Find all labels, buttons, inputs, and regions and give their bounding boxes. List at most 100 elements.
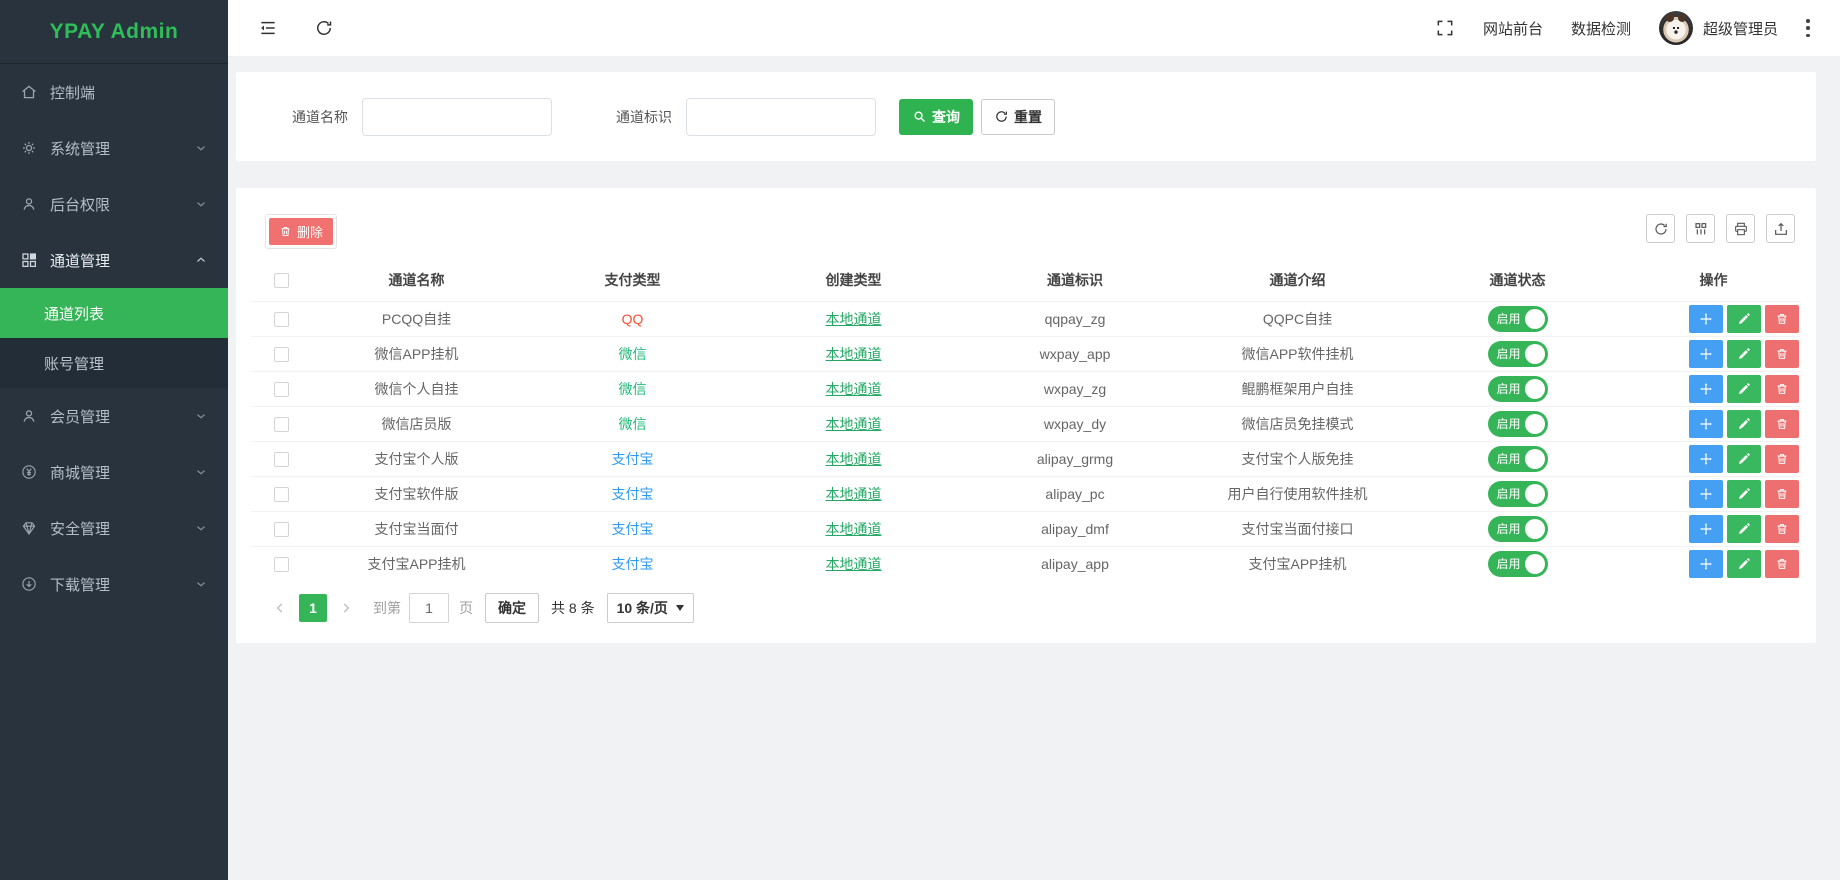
sidebar-item-members[interactable]: 会员管理: [0, 388, 228, 444]
sidebar-item-mall[interactable]: 商城管理: [0, 444, 228, 500]
trash-icon: [1775, 417, 1789, 431]
status-toggle[interactable]: 启用: [1488, 551, 1548, 577]
edit-button[interactable]: [1727, 445, 1761, 473]
channel-name-cell: 微信APP挂机: [311, 336, 522, 371]
sidebar-item-security[interactable]: 安全管理: [0, 500, 228, 556]
status-toggle[interactable]: 启用: [1488, 341, 1548, 367]
columns-icon: [1693, 221, 1709, 237]
row-delete-button[interactable]: [1765, 480, 1799, 508]
site-front-link[interactable]: 网站前台: [1483, 18, 1543, 39]
move-button[interactable]: [1689, 305, 1723, 333]
chevron-down-icon: [194, 521, 208, 535]
edit-button[interactable]: [1727, 375, 1761, 403]
select-all-checkbox[interactable]: [274, 273, 289, 288]
chevron-down-icon: [194, 197, 208, 211]
move-button[interactable]: [1689, 375, 1723, 403]
edit-button[interactable]: [1727, 515, 1761, 543]
row-delete-button[interactable]: [1765, 375, 1799, 403]
channel-intro-cell: 鲲鹏框架用户自挂: [1186, 371, 1409, 406]
app-root: YPAY Admin 控制端 系统管理 后台权限 通道管理 通道列表: [0, 0, 1840, 880]
sidebar-item-system[interactable]: 系统管理: [0, 120, 228, 176]
channel-name-cell: PCQQ自挂: [311, 301, 522, 336]
toggle-knob: [1525, 309, 1545, 329]
row-checkbox[interactable]: [274, 557, 289, 572]
edit-button[interactable]: [1727, 340, 1761, 368]
grid-icon: [20, 251, 38, 269]
move-button[interactable]: [1689, 410, 1723, 438]
row-checkbox[interactable]: [274, 522, 289, 537]
row-checkbox[interactable]: [274, 382, 289, 397]
refresh-icon: [1653, 221, 1669, 237]
move-button[interactable]: [1689, 480, 1723, 508]
row-delete-button[interactable]: [1765, 515, 1799, 543]
goto-page-input[interactable]: [409, 593, 449, 623]
page-size-select[interactable]: 10 条/页: [607, 593, 694, 623]
reset-button[interactable]: 重置: [981, 99, 1055, 135]
page-size-value: 10 条/页: [617, 598, 668, 618]
channel-name-cell: 支付宝当面付: [311, 511, 522, 546]
pencil-icon: [1737, 452, 1751, 466]
row-checkbox[interactable]: [274, 417, 289, 432]
channel-code-cell: wxpay_dy: [964, 406, 1186, 441]
status-toggle[interactable]: 启用: [1488, 481, 1548, 507]
channel-table: 通道名称 支付类型 创建类型 通道标识 通道介绍 通道状态 操作 PCQQ自挂 …: [251, 259, 1801, 581]
sidebar-item-label: 后台权限: [50, 194, 110, 215]
print-button[interactable]: [1726, 214, 1755, 243]
column-filter-button[interactable]: [1686, 214, 1715, 243]
status-toggle[interactable]: 启用: [1488, 446, 1548, 472]
goto-confirm-button[interactable]: 确定: [485, 593, 539, 623]
row-delete-button[interactable]: [1765, 550, 1799, 578]
data-monitor-link[interactable]: 数据检测: [1571, 18, 1631, 39]
next-page-button[interactable]: [333, 594, 359, 622]
status-toggle[interactable]: 启用: [1488, 411, 1548, 437]
status-toggle[interactable]: 启用: [1488, 516, 1548, 542]
prev-page-button[interactable]: [267, 594, 293, 622]
sidebar-item-label: 控制端: [50, 82, 95, 103]
table-refresh-button[interactable]: [1646, 214, 1675, 243]
chevron-right-icon: [339, 601, 353, 615]
delete-button[interactable]: 删除: [269, 218, 333, 245]
collapse-menu-icon[interactable]: [258, 18, 278, 38]
sidebar-item-dashboard[interactable]: 控制端: [0, 64, 228, 120]
move-icon: [1699, 382, 1713, 396]
col-header-name: 通道名称: [311, 259, 522, 301]
kebab-menu-icon[interactable]: [1806, 19, 1810, 37]
chevron-down-icon: [194, 577, 208, 591]
row-checkbox[interactable]: [274, 347, 289, 362]
row-delete-button[interactable]: [1765, 305, 1799, 333]
sidebar-subitem-channel-list[interactable]: 通道列表: [0, 288, 228, 338]
edit-button[interactable]: [1727, 305, 1761, 333]
sidebar-item-channels[interactable]: 通道管理: [0, 232, 228, 288]
row-checkbox[interactable]: [274, 487, 289, 502]
row-delete-button[interactable]: [1765, 410, 1799, 438]
export-button[interactable]: [1766, 214, 1795, 243]
edit-button[interactable]: [1727, 410, 1761, 438]
row-checkbox[interactable]: [274, 452, 289, 467]
move-button[interactable]: [1689, 340, 1723, 368]
row-delete-button[interactable]: [1765, 445, 1799, 473]
sidebar-item-downloads[interactable]: 下载管理: [0, 556, 228, 612]
row-delete-button[interactable]: [1765, 340, 1799, 368]
edit-button[interactable]: [1727, 480, 1761, 508]
status-toggle[interactable]: 启用: [1488, 306, 1548, 332]
user-menu[interactable]: 超级管理员: [1659, 11, 1778, 45]
search-button[interactable]: 查询: [899, 99, 973, 135]
sidebar-subitem-account-management[interactable]: 账号管理: [0, 338, 228, 388]
status-toggle[interactable]: 启用: [1488, 376, 1548, 402]
channel-name-input[interactable]: [362, 98, 552, 136]
channel-code-input[interactable]: [686, 98, 876, 136]
row-checkbox[interactable]: [274, 312, 289, 327]
move-button[interactable]: [1689, 515, 1723, 543]
fullscreen-icon[interactable]: [1435, 18, 1455, 38]
move-button[interactable]: [1689, 550, 1723, 578]
search-button-label: 查询: [932, 107, 960, 127]
move-button[interactable]: [1689, 445, 1723, 473]
page-number-button[interactable]: 1: [299, 594, 327, 622]
channel-code-cell: alipay_pc: [964, 476, 1186, 511]
user-icon: [20, 407, 38, 425]
refresh-icon[interactable]: [314, 18, 334, 38]
sidebar-item-permissions[interactable]: 后台权限: [0, 176, 228, 232]
edit-button[interactable]: [1727, 550, 1761, 578]
channel-code-label: 通道标识: [616, 107, 672, 127]
create-type-cell: 本地通道: [743, 511, 964, 546]
